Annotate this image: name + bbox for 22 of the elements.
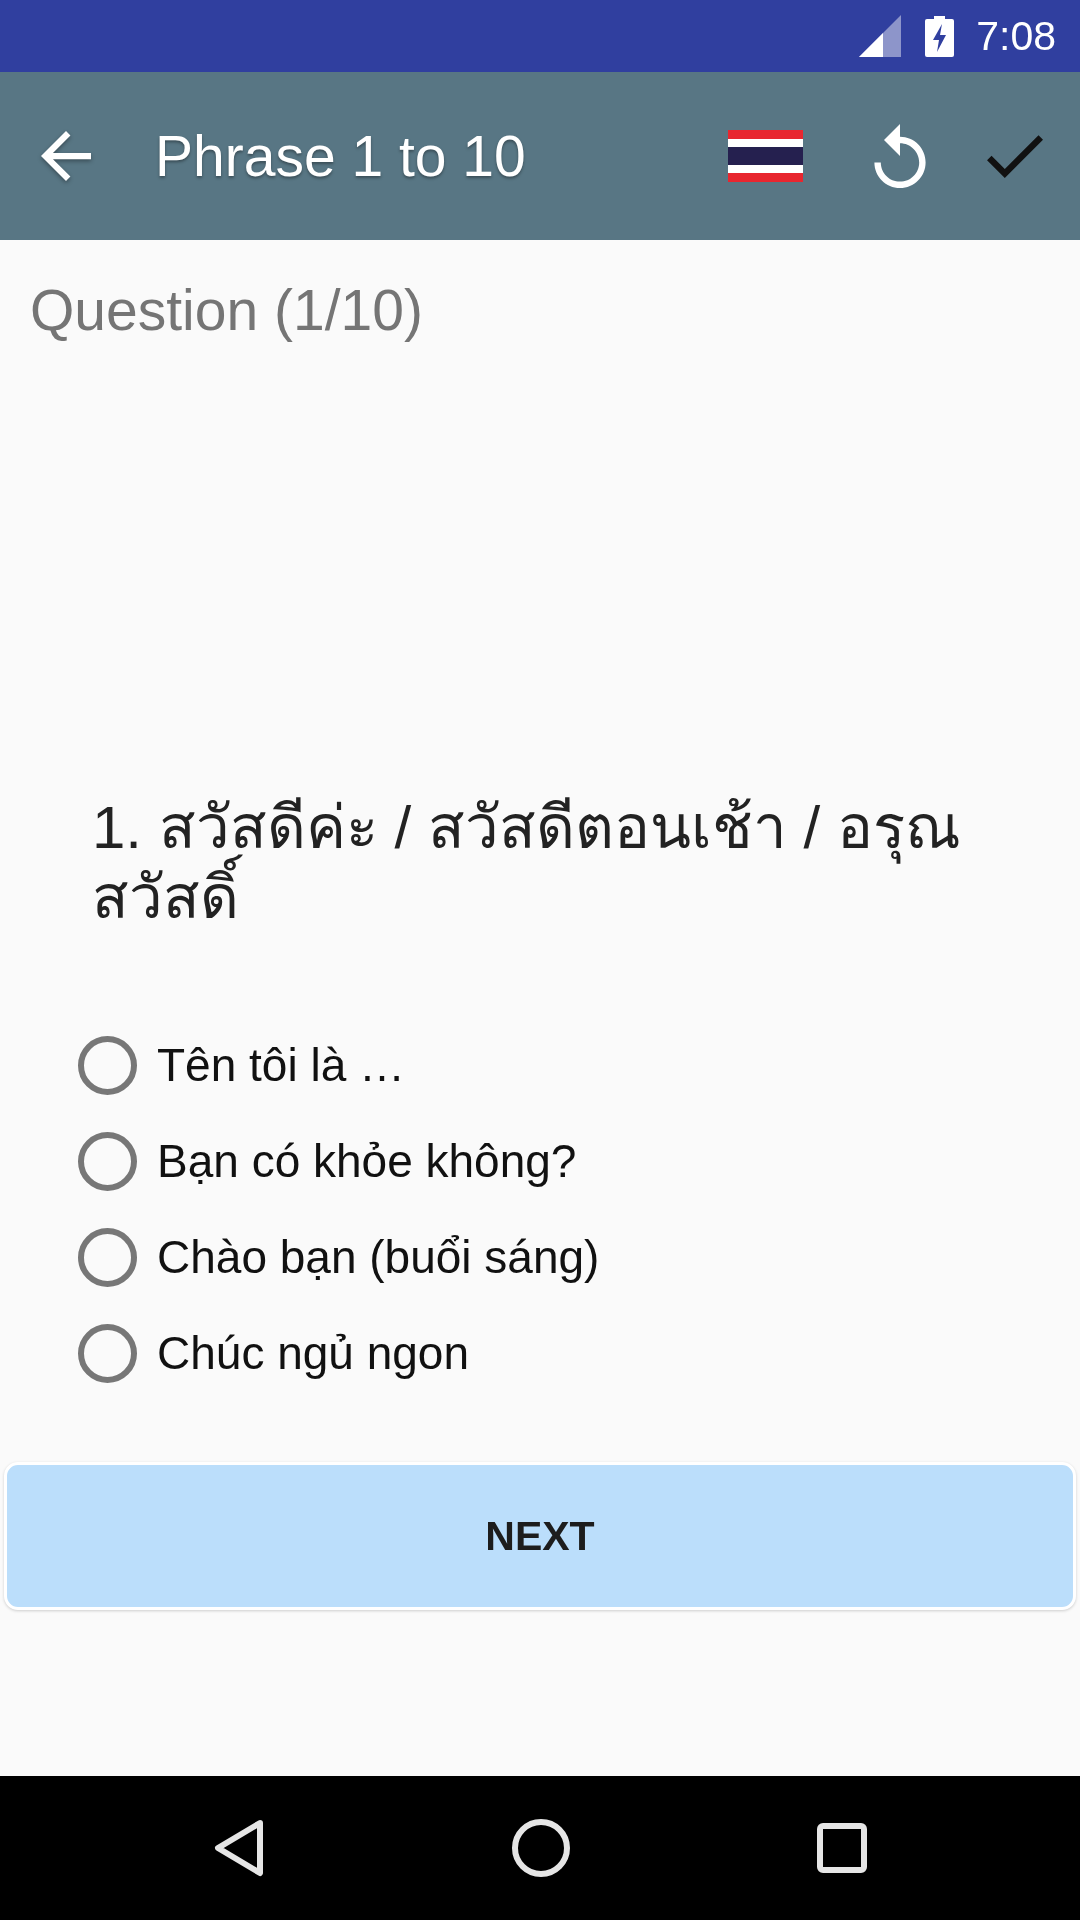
radio-button[interactable]	[78, 1131, 137, 1191]
status-time: 7:08	[976, 12, 1056, 60]
question-counter: Question (1/10)	[30, 277, 423, 344]
radio-button[interactable]	[78, 1323, 137, 1383]
signal-icon	[859, 15, 902, 57]
option-label[interactable]: Tên tôi là …	[157, 1038, 405, 1092]
flag-icon[interactable]	[728, 130, 803, 182]
option-label[interactable]: Chào bạn (buổi sáng)	[157, 1230, 600, 1284]
back-arrow-icon[interactable]	[41, 131, 91, 181]
reset-icon[interactable]	[874, 124, 926, 188]
radio-button[interactable]	[78, 1035, 137, 1095]
radio-button[interactable]	[78, 1227, 137, 1287]
next-button[interactable]: NEXT	[4, 1462, 1076, 1610]
battery-charging-icon	[925, 15, 955, 57]
toolbar-title: Phrase 1 to 10	[155, 123, 527, 189]
option-label[interactable]: Chúc ngủ ngon	[157, 1326, 470, 1380]
check-icon[interactable]	[987, 134, 1043, 178]
option-label[interactable]: Bạn có khỏe không?	[157, 1134, 577, 1188]
back-icon[interactable]	[213, 1819, 265, 1877]
home-icon[interactable]	[511, 1818, 571, 1878]
question-text: 1. สวัสดีค่ะ / สวัสดีตอนเช้า / อรุณสวัสดิ์	[92, 793, 962, 933]
recent-apps-icon[interactable]	[817, 1823, 867, 1873]
